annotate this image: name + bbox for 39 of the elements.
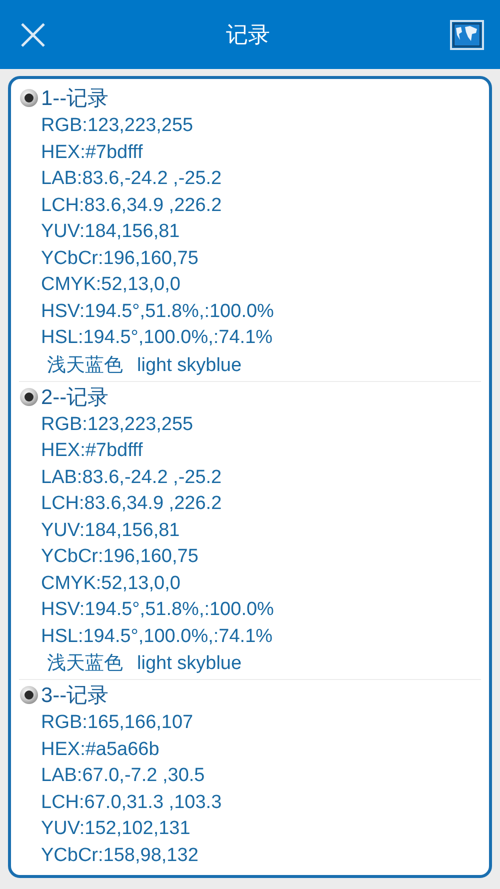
map-button[interactable] xyxy=(450,20,484,50)
color-value: RGB:123,223,255 xyxy=(40,412,194,436)
color-name-chinese: 浅天蓝色 xyxy=(47,354,123,378)
color-value: HSL:194.5°,100.0%,:74.1% xyxy=(40,624,274,648)
record-title: 2--记录 xyxy=(41,384,109,410)
close-icon xyxy=(20,22,46,48)
color-value: HSV:194.5°,51.8%,:100.0% xyxy=(40,300,275,324)
color-value: YCbCr:158,98,132 xyxy=(40,844,200,868)
color-value: LAB:83.6,-24.2 ,-25.2 xyxy=(40,167,223,191)
color-value: LAB:83.6,-24.2 ,-25.2 xyxy=(40,466,223,490)
radio-icon xyxy=(19,88,39,108)
color-value: HEX:#7bdfff xyxy=(40,140,144,164)
color-value: HSV:194.5°,51.8%,:100.0% xyxy=(40,598,275,622)
color-value: HSL:194.5°,100.0%,:74.1% xyxy=(40,326,274,350)
color-value: HEX:#7bdfff xyxy=(40,439,144,463)
color-value: YCbCr:196,160,75 xyxy=(40,545,200,569)
color-name-english: light skyblue xyxy=(137,354,242,378)
color-value: YCbCr:196,160,75 xyxy=(40,246,200,270)
color-value: LCH:83.6,34.9 ,226.2 xyxy=(40,492,223,516)
color-value: LAB:67.0,-7.2 ,30.5 xyxy=(40,764,206,788)
world-map-icon xyxy=(450,20,484,50)
screen-title: 记录 xyxy=(226,20,270,48)
color-value: CMYK:52,13,0,0 xyxy=(40,572,182,596)
close-button[interactable] xyxy=(20,22,46,48)
record-title: 3--记录 xyxy=(41,683,109,709)
color-value: YUV:184,156,81 xyxy=(40,518,181,542)
color-name-english: light skyblue xyxy=(137,652,242,676)
radio-icon xyxy=(19,685,39,705)
color-value: HEX:#a5a66b xyxy=(40,738,160,762)
record-title: 1--记录 xyxy=(41,86,109,112)
color-value: LCH:83.6,34.9 ,226.2 xyxy=(40,194,223,218)
color-name-chinese: 浅天蓝色 xyxy=(47,652,123,676)
color-value: YUV:152,102,131 xyxy=(40,817,192,841)
color-value: CMYK:52,13,0,0 xyxy=(40,273,182,297)
radio-icon xyxy=(19,386,39,406)
color-value: RGB:165,166,107 xyxy=(40,711,194,735)
color-value: YUV:184,156,81 xyxy=(40,220,181,244)
color-value: RGB:123,223,255 xyxy=(40,114,194,138)
color-value: LCH:67.0,31.3 ,103.3 xyxy=(40,790,223,814)
